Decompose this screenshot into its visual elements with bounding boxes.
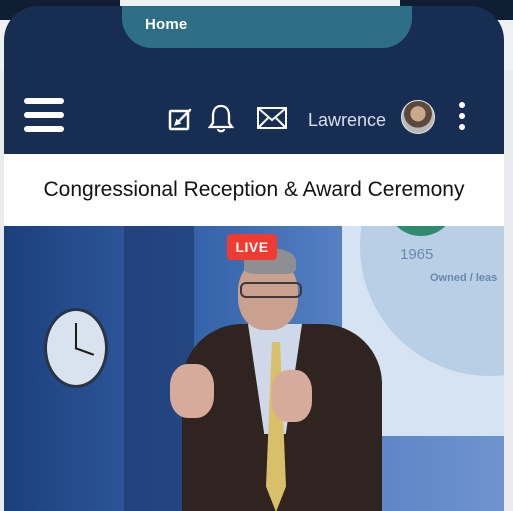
speaker-glasses — [240, 282, 302, 298]
speaker-right-hand — [272, 370, 312, 422]
avatar[interactable] — [401, 100, 435, 134]
home-tab-label: Home — [145, 16, 188, 33]
username-label[interactable]: Lawrence — [308, 110, 386, 131]
projection-caption-text: Owned / leas — [430, 272, 498, 284]
edit-icon[interactable] — [168, 106, 194, 132]
live-video-player[interactable]: 1965 Owned / leas — [4, 226, 504, 511]
speaker-left-hand — [170, 364, 214, 418]
mail-icon[interactable] — [256, 106, 288, 130]
wall-clock — [44, 308, 108, 388]
live-badge: LIVE — [227, 234, 277, 260]
projection-year-text: 1965 — [400, 246, 434, 263]
menu-icon[interactable] — [24, 98, 64, 134]
more-icon[interactable] — [458, 102, 466, 130]
event-title: Congressional Reception & Award Ceremony — [43, 178, 465, 201]
top-header: Lawrence — [4, 76, 504, 154]
event-title-bar: Congressional Reception & Award Ceremony — [4, 154, 504, 226]
bell-icon[interactable] — [206, 102, 236, 134]
